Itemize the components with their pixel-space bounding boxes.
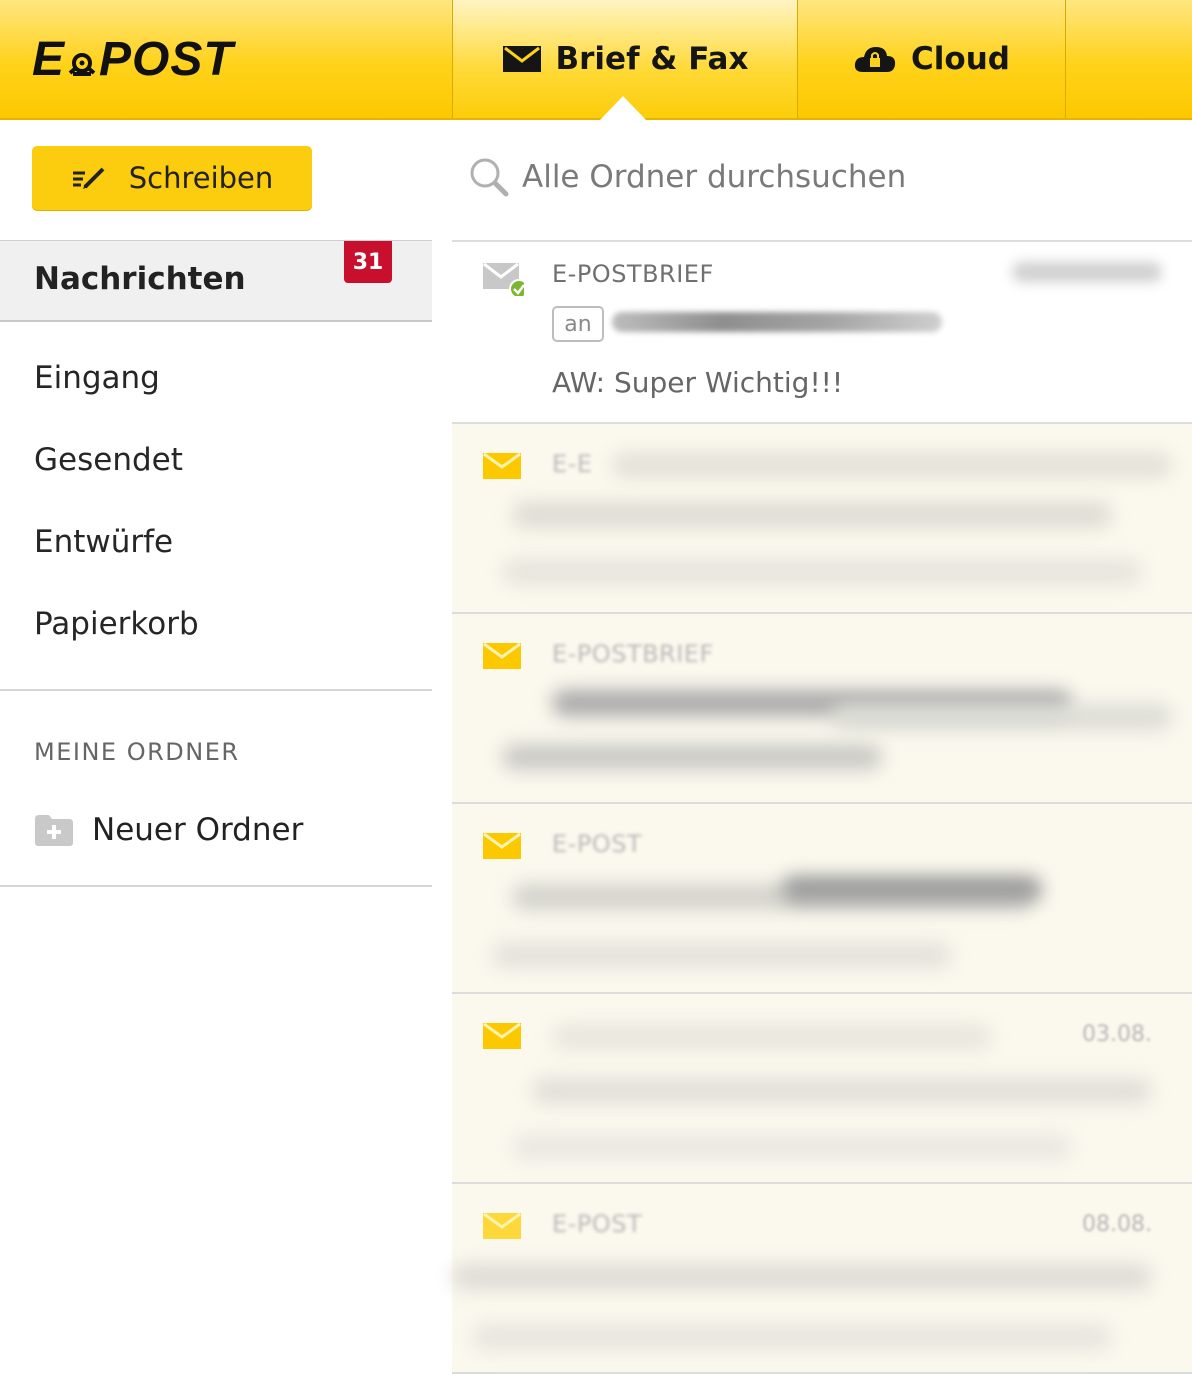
new-folder-button[interactable]: Neuer Ordner (34, 810, 303, 850)
sidebar: Schreiben Nachrichten 31 Eingang Gesende… (0, 120, 432, 1374)
new-folder-label: Neuer Ordner (92, 812, 304, 848)
redacted-line (612, 452, 1172, 478)
divider (0, 885, 432, 887)
message-date: 08.08. (1082, 1212, 1152, 1237)
date-redacted (1012, 262, 1162, 282)
tab-cloud[interactable]: Cloud (797, 0, 1065, 118)
message-row[interactable]: 03.08. (452, 992, 1192, 1182)
unread-count-badge: 31 (344, 241, 392, 283)
message-type: E-POST (552, 1210, 643, 1238)
envelope-icon (502, 45, 542, 73)
search-icon (468, 156, 510, 198)
message-type: E-POSTBRIEF (552, 640, 714, 668)
my-folders-heading: MEINE ORDNER (34, 738, 240, 766)
redacted-line (502, 559, 1142, 585)
divider (0, 689, 432, 691)
message-row[interactable]: E-POSTBRIEF (452, 612, 1192, 802)
envelope-unread-icon (482, 832, 522, 860)
sidebar-item-gesendet[interactable]: Gesendet (34, 442, 183, 478)
sidebar-item-nachrichten[interactable]: Nachrichten 31 (0, 240, 432, 322)
sidebar-item-papierkorb[interactable]: Papierkorb (34, 606, 199, 642)
message-type: E-E (552, 450, 593, 478)
redacted-line (532, 1078, 1152, 1104)
search-field[interactable]: Alle Ordner durchsuchen (468, 156, 906, 198)
envelope-read-icon (482, 262, 524, 296)
redacted-line (512, 502, 1112, 528)
message-row[interactable]: E-POST (452, 802, 1192, 992)
envelope-unread-icon (482, 642, 522, 670)
message-pane: Alle Ordner durchsuchen E-POSTBRIEF an A… (452, 120, 1192, 1374)
redacted-line (782, 876, 1042, 902)
add-folder-icon (34, 813, 74, 847)
message-type: E-POST (552, 830, 643, 858)
envelope-unread-icon (482, 1212, 522, 1240)
redacted-line (502, 744, 882, 770)
envelope-unread-icon (482, 452, 522, 480)
tab-brief-fax-label: Brief & Fax (555, 41, 749, 77)
redacted-line (552, 1024, 992, 1050)
sidebar-item-eingang[interactable]: Eingang (34, 360, 160, 396)
message-date: 03.08. (1082, 1022, 1152, 1047)
tab-placeholder (1065, 0, 1192, 118)
redacted-line (492, 942, 952, 968)
message-row[interactable]: E-POSTBRIEF an AW: Super Wichtig!!! (452, 240, 1192, 422)
posthorn-icon (67, 40, 97, 80)
recipient-chip: an (552, 306, 604, 342)
redacted-line (512, 1134, 1072, 1160)
search-placeholder: Alle Ordner durchsuchen (522, 159, 907, 195)
tab-cloud-label: Cloud (911, 41, 1010, 77)
top-bar: E POST Brief & Fax Cloud (0, 0, 1192, 120)
sidebar-item-label: Nachrichten (34, 261, 246, 297)
write-button-label: Schreiben (128, 161, 274, 195)
envelope-unread-icon (482, 1022, 522, 1050)
message-row[interactable]: E-POST 08.08. (452, 1182, 1192, 1374)
redacted-line (832, 704, 1172, 730)
write-button[interactable]: Schreiben (32, 146, 312, 210)
active-tab-indicator (600, 96, 646, 120)
message-row[interactable]: E-E (452, 422, 1192, 612)
message-subject: AW: Super Wichtig!!! (552, 366, 844, 399)
epost-logo[interactable]: E POST (32, 34, 234, 86)
recipient-redacted (612, 312, 942, 332)
compose-icon (71, 165, 107, 191)
cloud-lock-icon (853, 44, 897, 74)
redacted-line (452, 1264, 1152, 1290)
redacted-line (472, 1324, 1112, 1350)
sidebar-item-entwuerfe[interactable]: Entwürfe (34, 524, 173, 560)
message-type: E-POSTBRIEF (552, 260, 714, 288)
